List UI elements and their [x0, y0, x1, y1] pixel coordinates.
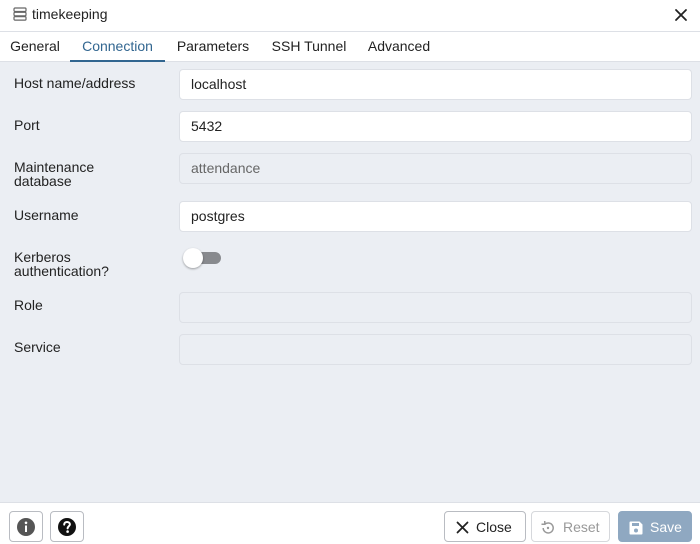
dialog-footer: Close Reset Save: [0, 502, 700, 544]
maintenance-db-label: Maintenance database: [14, 160, 94, 188]
kerberos-label-line1: Kerberos: [14, 249, 71, 265]
service-label: Service: [14, 339, 61, 355]
dialog-title: timekeeping: [32, 6, 108, 22]
close-button[interactable]: Close: [444, 511, 526, 542]
host-input[interactable]: localhost: [179, 69, 692, 100]
close-button-label: Close: [476, 519, 512, 535]
info-button[interactable]: [9, 511, 43, 542]
save-icon: [629, 521, 643, 535]
save-button-label: Save: [650, 519, 682, 535]
tab-parameters[interactable]: Parameters: [168, 32, 258, 62]
tab-bar: General Connection Parameters SSH Tunnel…: [0, 31, 700, 62]
kerberos-toggle[interactable]: [183, 248, 221, 268]
username-label: Username: [14, 207, 79, 223]
tab-general[interactable]: General: [0, 32, 70, 62]
close-icon[interactable]: [672, 6, 690, 24]
server-icon: [13, 7, 27, 21]
connection-form: Host name/address localhost Port 5432 Ma…: [0, 62, 700, 502]
port-input[interactable]: 5432: [179, 111, 692, 142]
port-label: Port: [14, 117, 40, 133]
reset-button-label: Reset: [563, 519, 600, 535]
role-input[interactable]: [179, 292, 692, 323]
maintenance-db-label-line2: database: [14, 173, 72, 189]
close-icon: [456, 521, 469, 534]
host-label: Host name/address: [14, 75, 136, 91]
title-bar: timekeeping: [0, 0, 700, 31]
reset-button[interactable]: Reset: [531, 511, 610, 542]
tab-ssh-tunnel[interactable]: SSH Tunnel: [264, 32, 354, 62]
service-input[interactable]: [179, 334, 692, 365]
role-label: Role: [14, 297, 43, 313]
info-icon: [17, 518, 35, 536]
tab-advanced[interactable]: Advanced: [362, 32, 436, 62]
reset-icon: [541, 520, 554, 534]
tab-connection[interactable]: Connection: [70, 32, 165, 62]
kerberos-label: Kerberos authentication?: [14, 250, 109, 278]
help-icon: [58, 518, 76, 536]
maintenance-db-label-line1: Maintenance: [14, 159, 95, 175]
toggle-knob: [183, 248, 203, 268]
maintenance-db-input[interactable]: attendance: [179, 153, 692, 184]
kerberos-label-line2: authentication?: [14, 263, 109, 279]
help-button[interactable]: [50, 511, 84, 542]
save-button[interactable]: Save: [618, 511, 692, 542]
username-input[interactable]: postgres: [179, 201, 692, 232]
